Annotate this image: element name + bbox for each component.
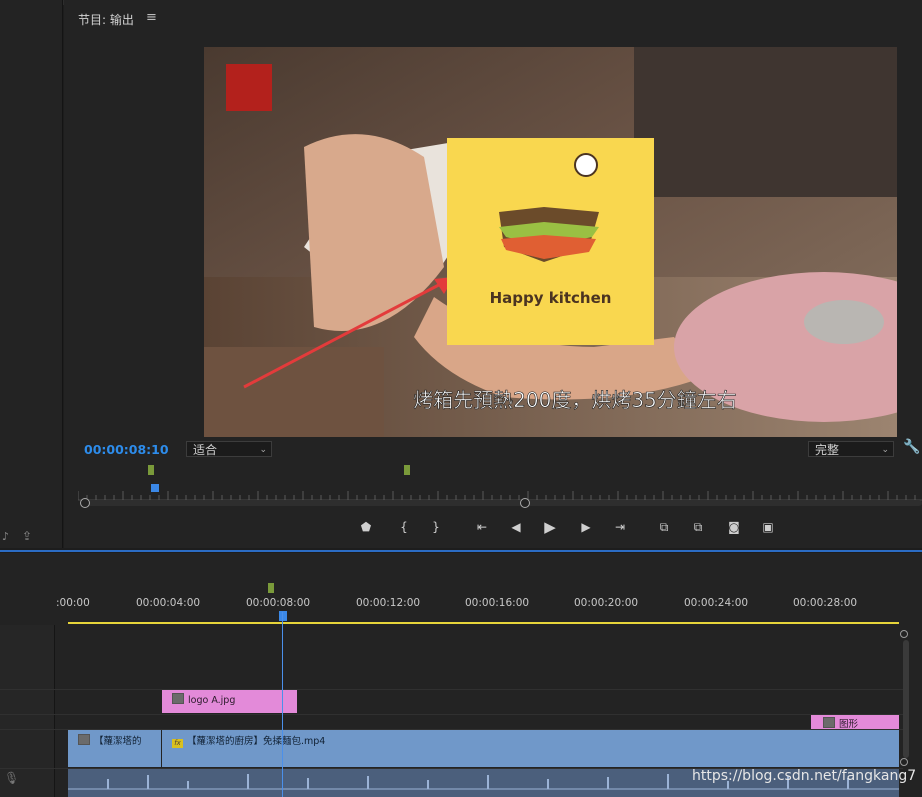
panel-divider — [0, 550, 922, 552]
fx-badge-icon — [172, 693, 184, 704]
marker-add-icon[interactable]: ⬟ — [354, 516, 378, 538]
program-video-frame[interactable]: Happy kitchen 烤箱先預熱200度，烘烤35分鐘左右 — [204, 47, 897, 437]
go-to-in-icon[interactable]: ⇤ — [470, 516, 494, 538]
fx-badge-icon: fx — [172, 739, 183, 748]
go-to-out-icon[interactable]: ⇥ — [608, 516, 632, 538]
time-label: 00:00:16:00 — [465, 597, 530, 609]
program-time-ruler[interactable] — [77, 486, 922, 501]
time-label: :00:00 — [56, 597, 90, 609]
mark-out-icon[interactable]: } — [424, 516, 448, 538]
clip-label: 【蘿潔塔的 — [94, 736, 142, 747]
mark-in-icon[interactable]: { — [392, 516, 416, 538]
zoom-navigator-bar[interactable] — [84, 500, 922, 506]
track-divider — [0, 689, 903, 690]
playback-resolution-dropdown[interactable]: 完整 ⌄ — [808, 441, 894, 457]
playhead-handle[interactable] — [279, 611, 287, 621]
vertical-scroll-bottom-handle[interactable] — [900, 758, 908, 766]
chevron-down-icon: ⌄ — [259, 445, 267, 455]
fx-badge-icon — [78, 734, 90, 745]
time-label: 00:00:12:00 — [356, 597, 421, 609]
zoom-fit-dropdown[interactable]: 适合 ⌄ — [186, 441, 272, 457]
marker-icon[interactable] — [148, 465, 154, 475]
fx-badge-icon — [823, 717, 835, 728]
navigator-start-handle[interactable] — [80, 498, 90, 508]
mini-playhead[interactable] — [151, 484, 159, 492]
time-label: 00:00:20:00 — [574, 597, 639, 609]
playhead-timecode[interactable]: 00:00:08:10 — [84, 442, 169, 457]
logo-text: Happy kitchen — [490, 289, 612, 307]
timeline-ruler[interactable]: :00:00 00:00:04:00 00:00:08:00 00:00:12:… — [56, 597, 906, 611]
compare-icon[interactable]: ▣ — [756, 516, 780, 538]
vertical-scroll-top-handle[interactable] — [900, 630, 908, 638]
lift-icon[interactable]: ⧉ — [652, 516, 676, 538]
clip-label: 【蘿潔塔的廚房】免揉麵包.mp4 — [187, 736, 326, 747]
resolution-value: 完整 — [815, 443, 840, 457]
chevron-down-icon: ⌄ — [881, 445, 889, 455]
left-panel: ♪ ⇪ — [0, 0, 63, 548]
step-back-icon[interactable]: ◀ — [504, 516, 528, 538]
time-label: 00:00:24:00 — [684, 597, 749, 609]
track-headers: 🎙 — [0, 625, 55, 797]
clip-logo[interactable]: logo A.jpg — [162, 690, 297, 713]
stamp-logo — [226, 64, 272, 111]
play-icon[interactable]: ▶ — [538, 516, 562, 538]
vertical-scrollbar[interactable] — [903, 640, 909, 758]
music-note-icon[interactable]: ♪ — [2, 530, 9, 543]
time-label: 00:00:08:00 — [246, 597, 311, 609]
wrench-icon[interactable]: 🔧 — [903, 439, 920, 455]
hamburger-menu-icon[interactable]: ≡ — [146, 10, 157, 25]
subtitle-text: 烤箱先預熱200度，烘烤35分鐘左右 — [413, 388, 737, 412]
microphone-icon[interactable]: 🎙 — [4, 771, 19, 785]
panel-title[interactable]: 节目: 输出 — [78, 11, 134, 28]
clip-graphic[interactable]: 图形 — [811, 715, 899, 729]
extract-icon[interactable]: ⧉ — [686, 516, 710, 538]
work-area-bar[interactable] — [68, 622, 899, 624]
track-divider — [0, 714, 903, 715]
video-frame-art: Happy kitchen 烤箱先預熱200度，烘烤35分鐘左右 — [204, 47, 897, 437]
watermark-text: https://blog.csdn.net/fangkang7 — [692, 768, 917, 784]
marker-icon[interactable] — [404, 465, 410, 475]
time-label: 00:00:04:00 — [136, 597, 201, 609]
playhead-line — [282, 612, 283, 797]
export-frame-icon[interactable]: ◙ — [722, 516, 746, 538]
zoom-fit-value: 适合 — [193, 443, 218, 457]
clip-label: 图形 — [839, 719, 859, 729]
clip-label: logo A.jpg — [188, 695, 236, 706]
clip-video-a[interactable]: 【蘿潔塔的 — [68, 730, 161, 767]
marker-icon[interactable] — [268, 583, 274, 593]
export-icon[interactable]: ⇪ — [22, 529, 32, 543]
step-forward-icon[interactable]: ▶ — [574, 516, 598, 538]
time-label: 00:00:28:00 — [793, 597, 858, 609]
clip-video-b[interactable]: fx 【蘿潔塔的廚房】免揉麵包.mp4 — [162, 730, 899, 767]
navigator-end-handle[interactable] — [520, 498, 530, 508]
